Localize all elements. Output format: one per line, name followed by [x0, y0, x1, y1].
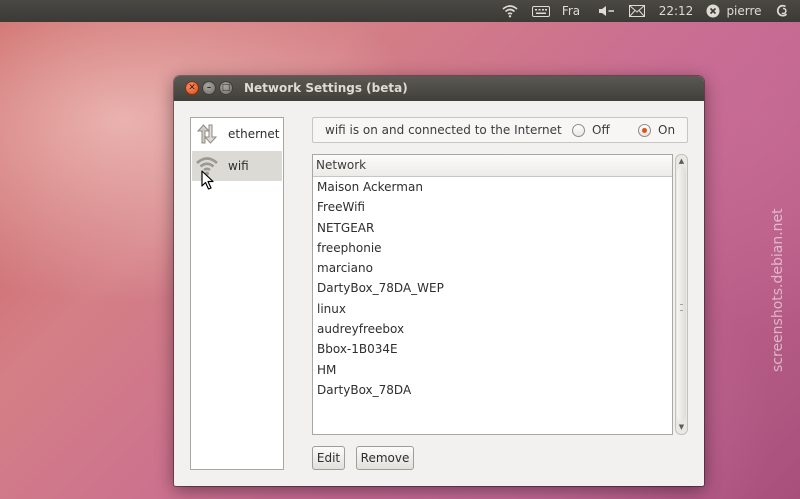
mouse-pointer-icon: [201, 170, 214, 190]
list-item[interactable]: Maison Ackerman: [313, 177, 672, 197]
clock[interactable]: 22:12: [657, 0, 695, 22]
list-item[interactable]: HM: [313, 360, 672, 380]
mail-icon[interactable]: [626, 0, 648, 22]
scroll-up-icon[interactable]: ▲: [676, 156, 687, 166]
status-text: wifi is on and connected to the Internet: [325, 123, 562, 137]
title-bar[interactable]: ✕ – □ Network Settings (beta): [174, 76, 704, 101]
minimize-icon[interactable]: –: [202, 81, 216, 95]
ethernet-icon: [194, 121, 220, 147]
scrollbar-thumb[interactable]: [677, 167, 686, 421]
watermark: screenshots.debian.net: [770, 208, 786, 372]
user-name[interactable]: pierre: [724, 0, 764, 22]
network-list-scrollbar[interactable]: ▲ ▼: [675, 154, 688, 435]
scroll-down-icon[interactable]: ▼: [676, 422, 687, 432]
list-item[interactable]: NETGEAR: [313, 218, 672, 238]
network-settings-window: ✕ – □ Network Settings (beta) ethernet w…: [174, 76, 704, 486]
column-header-network[interactable]: Network: [313, 155, 672, 177]
wifi-indicator-icon[interactable]: [500, 0, 520, 22]
off-radio-label[interactable]: Off: [592, 118, 610, 142]
on-radio[interactable]: [638, 124, 651, 137]
off-radio[interactable]: [572, 124, 585, 137]
keyboard-icon[interactable]: [530, 0, 552, 22]
remove-button[interactable]: Remove: [356, 446, 414, 470]
list-item[interactable]: Bbox-1B034E: [313, 339, 672, 359]
close-icon[interactable]: ✕: [185, 81, 199, 95]
top-panel: Fra 22:12 pierre: [0, 0, 800, 22]
keyboard-layout-label[interactable]: Fra: [558, 0, 584, 22]
list-item[interactable]: freephonie: [313, 238, 672, 258]
list-item[interactable]: marciano: [313, 258, 672, 278]
device-label: ethernet: [228, 127, 280, 141]
session-icon[interactable]: [704, 0, 722, 22]
list-item[interactable]: linux: [313, 299, 672, 319]
edit-button[interactable]: Edit: [312, 446, 345, 470]
list-item[interactable]: DartyBox_78DA: [313, 380, 672, 400]
list-item[interactable]: FreeWifi: [313, 197, 672, 217]
device-label: wifi: [228, 159, 249, 173]
network-list[interactable]: Network Maison Ackerman FreeWifi NETGEAR…: [312, 154, 673, 435]
list-item[interactable]: DartyBox_78DA_WEP: [313, 278, 672, 298]
on-radio-label[interactable]: On: [658, 118, 675, 142]
list-item[interactable]: audreyfreebox: [313, 319, 672, 339]
grip-icon: [680, 304, 683, 311]
window-title: Network Settings (beta): [244, 81, 408, 95]
maximize-icon[interactable]: □: [219, 81, 233, 95]
volume-icon[interactable]: [596, 0, 618, 22]
device-item-ethernet[interactable]: ethernet: [192, 119, 282, 149]
debian-icon[interactable]: [772, 0, 794, 22]
wifi-status-bar: wifi is on and connected to the Internet…: [312, 117, 688, 143]
